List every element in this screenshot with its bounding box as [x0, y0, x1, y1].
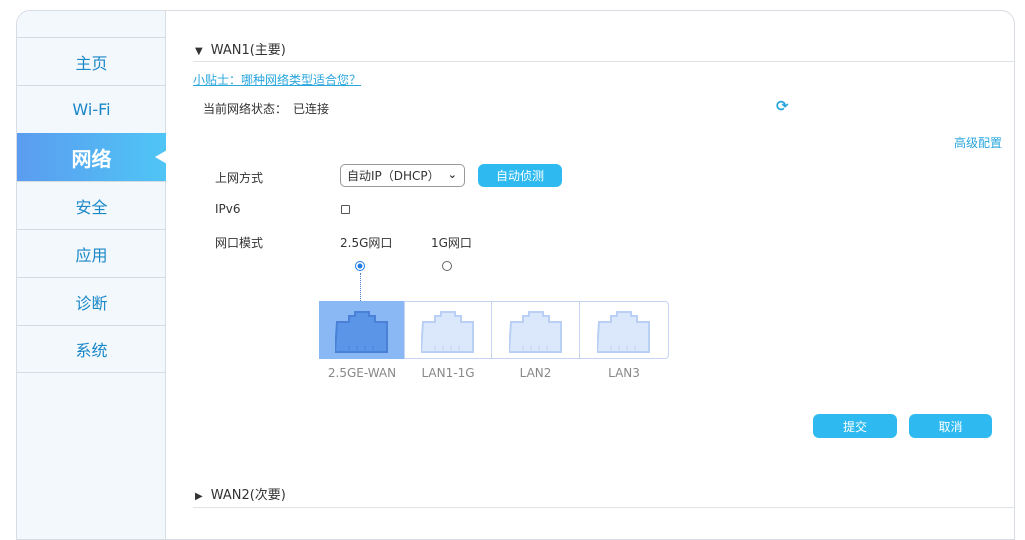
mode-2-5g-label: 2.5G网口 — [340, 236, 393, 250]
auto-detect-button[interactable]: 自动侦测 — [478, 164, 562, 187]
connector-line — [360, 273, 361, 301]
nav-label: 系统 — [75, 341, 108, 360]
sidebar-item-security[interactable]: 安全 — [17, 181, 166, 229]
mode-2-5g-radio[interactable] — [355, 261, 365, 271]
port-lan2 — [491, 301, 580, 359]
port-lan3 — [579, 301, 669, 359]
router-panel: 主页 Wi-Fi 网络 安全 应用 诊断 系统 — [16, 10, 1015, 540]
submit-button[interactable]: 提交 — [813, 414, 897, 438]
status-label: 当前网络状态： — [203, 102, 288, 116]
port-label: LAN2 — [519, 366, 552, 380]
ipv6-checkbox[interactable] — [341, 205, 350, 214]
wan2-section-toggle[interactable]: ▶ WAN2(次要) — [195, 484, 286, 503]
port-label: 2.5GE-WAN — [327, 366, 397, 380]
nav-label: 诊断 — [75, 293, 108, 313]
sidebar-item-diagnosis[interactable]: 诊断 — [17, 277, 166, 325]
port-label: LAN3 — [608, 366, 640, 380]
status-row: 当前网络状态： 已连接 — [203, 100, 329, 117]
mode-1g-label: 1G网口 — [431, 236, 472, 250]
triangle-down-icon: ▼ — [195, 46, 203, 57]
status-value: 已连接 — [293, 102, 330, 116]
cancel-button[interactable]: 取消 — [909, 414, 992, 438]
chevron-down-icon: ⌄ — [447, 168, 457, 181]
connection-type-select[interactable]: 自动IP（DHCP） ⌄ — [340, 164, 465, 187]
connection-type-label: 上网方式 — [215, 171, 264, 185]
divider — [193, 507, 1015, 508]
wan1-title: WAN1(主要) — [210, 43, 286, 58]
sidebar-item-system[interactable]: 系统 — [17, 325, 166, 373]
advanced-settings-link[interactable]: 高级配置 — [954, 134, 1002, 151]
select-value: 自动IP（DHCP） — [347, 169, 440, 183]
refresh-icon[interactable]: ⟳ — [776, 97, 789, 115]
port-wan — [319, 301, 405, 359]
wan2-title: WAN2(次要) — [210, 488, 286, 503]
nav-label: 安全 — [75, 197, 108, 217]
mode-1g-radio[interactable] — [442, 261, 452, 271]
port-mode-label: 网口模式 — [215, 236, 264, 250]
nav-label: 主页 — [75, 53, 108, 73]
sidebar: 主页 Wi-Fi 网络 安全 应用 诊断 系统 — [17, 11, 167, 539]
triangle-right-icon: ▶ — [195, 491, 203, 502]
tip-link[interactable]: 小贴士：哪种网络类型适合您？ — [193, 71, 361, 88]
sidebar-item-apps[interactable]: 应用 — [17, 229, 166, 277]
port-lan1 — [404, 301, 492, 359]
sidebar-item-network[interactable]: 网络 — [17, 133, 167, 181]
ipv6-label: IPv6 — [215, 202, 241, 216]
sidebar-item-home[interactable]: 主页 — [17, 37, 166, 85]
sidebar-item-wifi[interactable]: Wi-Fi — [17, 85, 166, 133]
port-label: LAN1-1G — [421, 366, 475, 380]
nav-label: 应用 — [75, 245, 108, 265]
nav-label: Wi-Fi — [72, 100, 111, 119]
divider — [193, 61, 1015, 62]
wan1-section-toggle[interactable]: ▼ WAN1(主要) — [195, 39, 286, 58]
nav-label: 网络 — [71, 146, 112, 171]
